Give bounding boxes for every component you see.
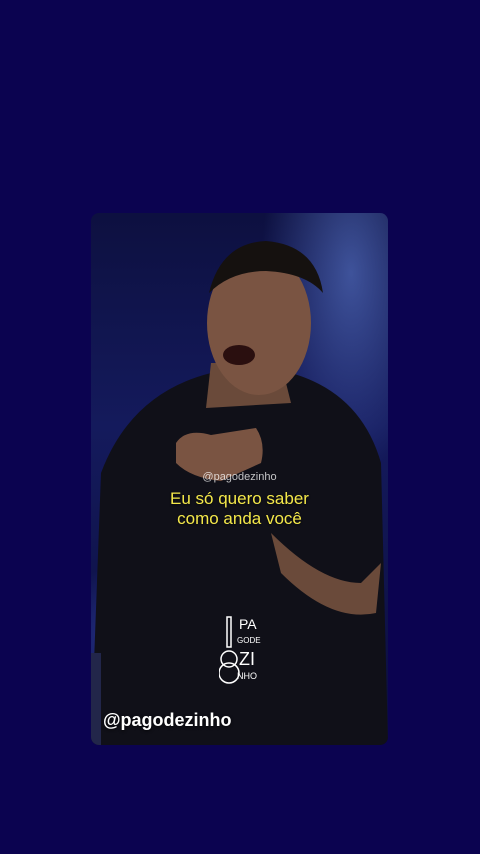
watermark-text: @pagodezinho — [202, 471, 277, 483]
lyrics-caption: Eu só quero saber como anda você — [91, 489, 388, 529]
svg-text:NHO: NHO — [237, 671, 257, 681]
svg-text:ZI: ZI — [239, 649, 255, 669]
svg-text:PA: PA — [239, 616, 257, 632]
lyrics-line: Eu só quero saber — [170, 489, 309, 508]
svg-text:GODE: GODE — [237, 636, 261, 645]
lyrics-line: como anda você — [177, 509, 302, 528]
video-frame[interactable]: @pagodezinho Eu só quero saber como anda… — [91, 213, 388, 745]
channel-handle[interactable]: @pagodezinho — [103, 710, 232, 731]
pagodezinho-logo: PA GODE ZI NHO — [219, 616, 261, 684]
